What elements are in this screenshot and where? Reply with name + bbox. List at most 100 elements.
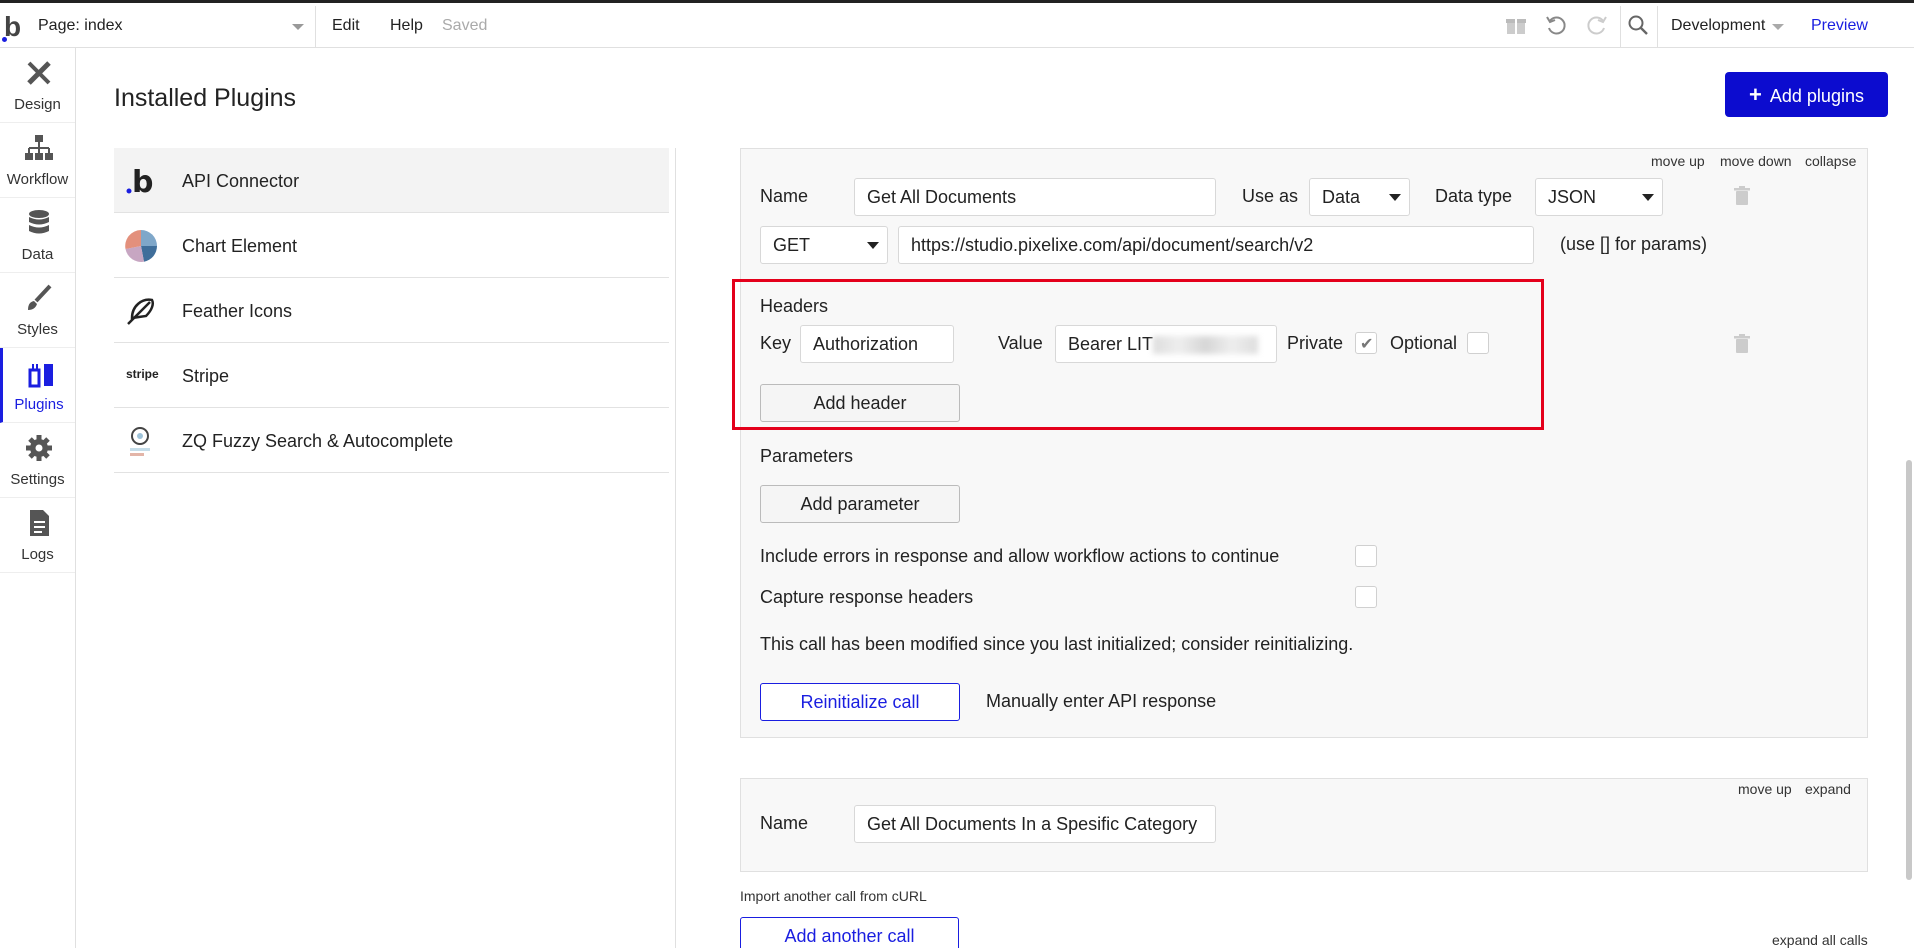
move-up-link[interactable]: move up [1738, 781, 1792, 797]
parameters-label: Parameters [760, 446, 854, 466]
method-value: GET [773, 235, 811, 255]
gear-icon [24, 433, 54, 463]
headers-highlight-box [732, 279, 1544, 430]
plugin-item-api-connector[interactable]: b API Connector [114, 148, 669, 213]
preview-link[interactable]: Preview [1811, 17, 1868, 35]
nav-logs[interactable]: Logs [0, 498, 75, 573]
pie-chart-icon [124, 229, 158, 263]
gift-icon[interactable] [1503, 13, 1529, 39]
bubble-logo-icon: b [124, 164, 158, 200]
use-as-value: Data [1322, 187, 1361, 207]
name-label: Name [760, 813, 809, 833]
expand-link[interactable]: expand [1805, 781, 1851, 797]
nav-label: Logs [21, 546, 54, 563]
undo-icon[interactable] [1543, 13, 1569, 39]
svg-text:b: b [132, 165, 153, 198]
chevron-down-icon [867, 242, 879, 249]
data-type-label: Data type [1435, 186, 1513, 206]
divider [1620, 6, 1621, 48]
chevron-down-icon [1642, 194, 1654, 201]
api-call-card-collapsed: move up expand Name Get All Documents In… [740, 778, 1868, 872]
design-icon [24, 58, 54, 88]
add-plugins-button[interactable]: + Add plugins [1725, 72, 1888, 117]
nav-styles[interactable]: Styles [0, 273, 75, 348]
move-up-link[interactable]: move up [1651, 153, 1705, 169]
chevron-down-icon[interactable] [1772, 24, 1784, 30]
nav-data[interactable]: Data [0, 198, 75, 273]
help-menu[interactable]: Help [390, 17, 423, 35]
scrollbar[interactable] [1906, 460, 1912, 880]
trash-icon[interactable] [1733, 186, 1751, 206]
bubble-editor: b Page: index Edit Help Saved Developmen… [0, 0, 1914, 948]
plugin-item-chart-element[interactable]: Chart Element [114, 213, 669, 278]
nav-label: Settings [10, 471, 65, 488]
nav-workflow[interactable]: Workflow [0, 123, 75, 198]
nav-label: Workflow [6, 171, 69, 188]
move-down-link[interactable]: move down [1720, 153, 1792, 169]
include-errors-label: Include errors in response and allow wor… [760, 546, 1280, 566]
plugin-label: Stripe [182, 366, 230, 386]
database-icon [24, 208, 54, 238]
use-as-label: Use as [1242, 186, 1299, 206]
saved-status: Saved [442, 17, 488, 34]
trash-icon[interactable] [1733, 334, 1751, 354]
add-parameter-button[interactable]: Add parameter [760, 485, 960, 523]
feather-icon [124, 294, 158, 328]
nav-plugins[interactable]: Plugins [0, 348, 75, 423]
stripe-logo-icon: stripe [126, 367, 159, 381]
plugin-label: API Connector [182, 171, 300, 191]
plugin-label: ZQ Fuzzy Search & Autocomplete [182, 431, 454, 451]
call-name-input[interactable]: Get All Documents In a Spesific Category [854, 805, 1216, 843]
import-curl-link[interactable]: Import another call from cURL [740, 888, 927, 904]
edit-menu[interactable]: Edit [332, 17, 360, 35]
data-type-value: JSON [1548, 187, 1597, 207]
plugin-item-stripe[interactable]: stripe Stripe [114, 343, 669, 408]
nav-label: Styles [17, 321, 58, 338]
data-type-select[interactable]: JSON [1535, 178, 1663, 216]
nav-settings[interactable]: Settings [0, 423, 75, 498]
plugin-item-feather-icons[interactable]: Feather Icons [114, 278, 669, 343]
workflow-icon [24, 133, 54, 163]
params-hint: (use [] for params) [1560, 234, 1708, 254]
divider [1657, 6, 1658, 48]
name-label: Name [760, 186, 809, 206]
chevron-down-icon [1389, 194, 1401, 201]
use-as-select[interactable]: Data [1309, 178, 1410, 216]
nav-label: Design [14, 96, 61, 113]
method-select[interactable]: GET [760, 226, 888, 264]
include-errors-checkbox[interactable] [1355, 545, 1377, 567]
divider [315, 6, 316, 48]
top-bar: b Page: index Edit Help Saved Developmen… [0, 0, 1914, 48]
chevron-down-icon[interactable] [292, 24, 304, 30]
logo-dot [2, 37, 7, 42]
nav-label: Data [21, 246, 54, 263]
add-plugins-label: Add plugins [1769, 86, 1864, 106]
collapse-link[interactable]: collapse [1805, 153, 1856, 169]
plugin-label: Chart Element [182, 236, 298, 256]
fuzzy-search-icon [124, 424, 158, 458]
page-selector[interactable]: Page: index [38, 17, 123, 35]
brush-icon [24, 283, 54, 313]
nav-label: Plugins [14, 396, 64, 413]
call-name-input[interactable]: Get All Documents [854, 178, 1216, 216]
url-input[interactable]: https://studio.pixelixe.com/api/document… [898, 226, 1534, 264]
page-title: Installed Plugins [114, 84, 297, 112]
document-icon [24, 508, 54, 538]
expand-all-calls-link[interactable]: expand all calls [1772, 932, 1868, 948]
plus-icon: + [1749, 82, 1762, 107]
environment-selector[interactable]: Development [1671, 17, 1765, 35]
manual-response-link[interactable]: Manually enter API response [986, 691, 1216, 712]
modified-notice: This call has been modified since you la… [760, 634, 1354, 654]
capture-headers-label: Capture response headers [760, 587, 974, 607]
capture-headers-checkbox[interactable] [1355, 586, 1377, 608]
reinitialize-call-button[interactable]: Reinitialize call [760, 683, 960, 721]
api-call-card: move up move down collapse Name Get All … [740, 148, 1868, 738]
divider [675, 148, 676, 948]
plugin-item-zq-fuzzy-search[interactable]: ZQ Fuzzy Search & Autocomplete [114, 408, 669, 473]
redo-icon[interactable] [1584, 13, 1610, 39]
search-icon[interactable] [1625, 13, 1651, 39]
plugin-label: Feather Icons [182, 301, 293, 321]
add-another-call-button[interactable]: Add another call [740, 917, 959, 948]
nav-design[interactable]: Design [0, 48, 75, 123]
plugins-icon [27, 358, 57, 388]
